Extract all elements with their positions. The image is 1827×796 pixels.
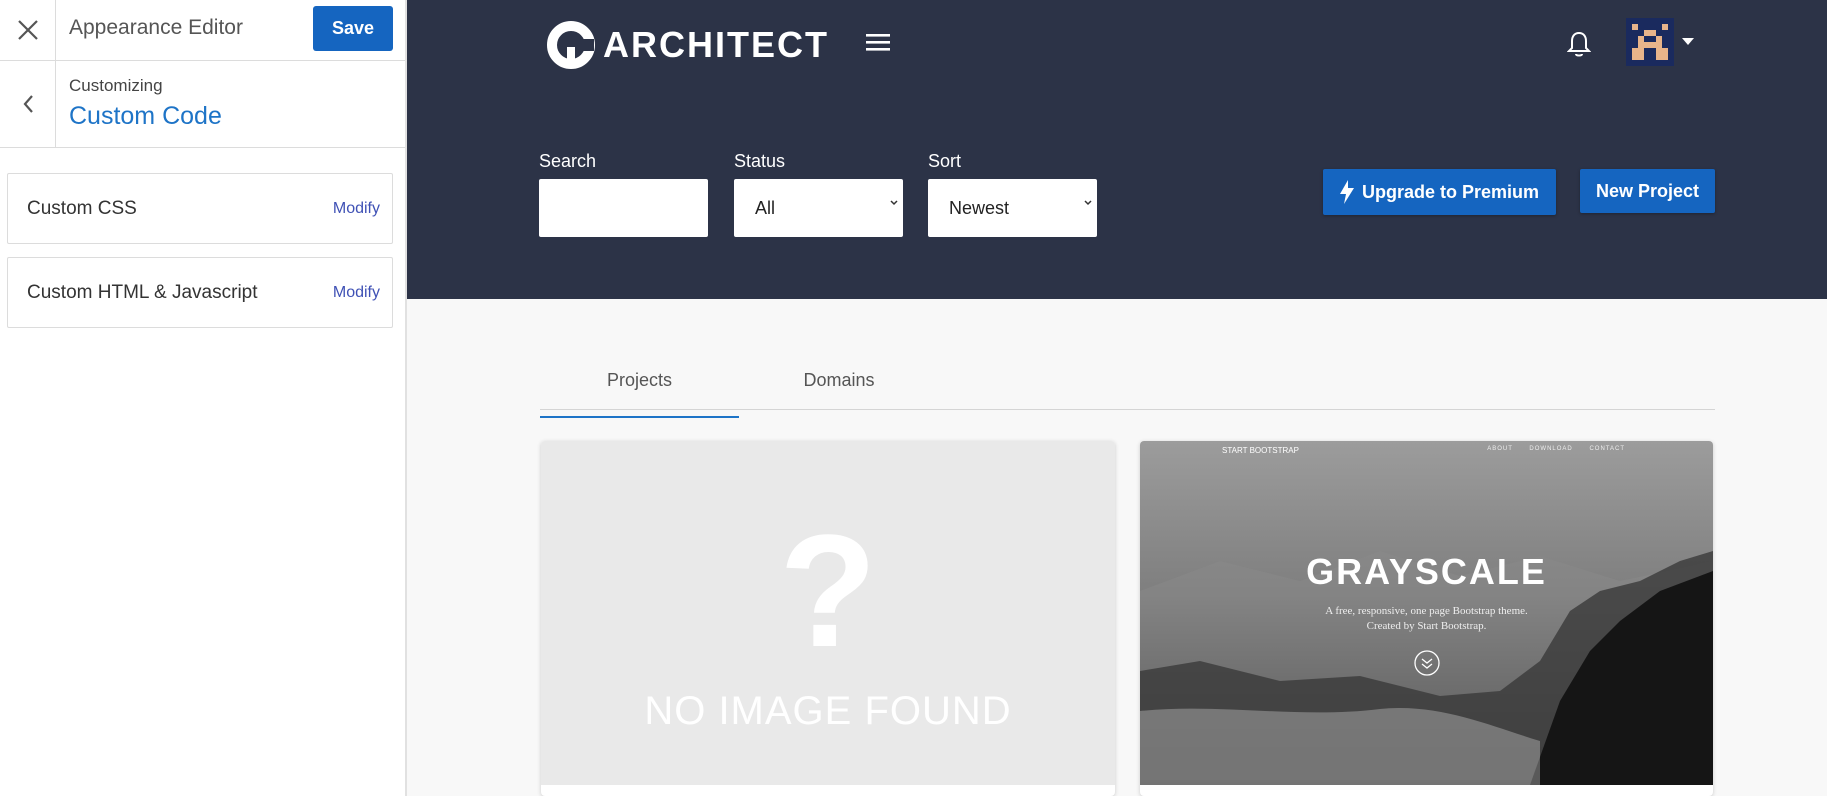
tab-domains[interactable]: Domains bbox=[739, 370, 939, 410]
brand-name: ARCHITECT bbox=[603, 24, 829, 65]
thumbnail-title: GRAYSCALE bbox=[1306, 551, 1547, 592]
search-input[interactable] bbox=[539, 179, 708, 237]
no-image-text: NO IMAGE FOUND bbox=[644, 689, 1012, 733]
caret-down-icon[interactable] bbox=[1682, 38, 1694, 46]
thumbnail-brand: START BOOTSTRAP bbox=[1222, 446, 1299, 455]
brand-logo[interactable]: ARCHITECT bbox=[545, 19, 829, 71]
save-button[interactable]: Save bbox=[313, 6, 393, 51]
appearance-editor-panel: Appearance Editor Save Customizing Custo… bbox=[0, 0, 407, 796]
hamburger-menu-icon[interactable] bbox=[866, 32, 890, 52]
section-label: Custom HTML & Javascript bbox=[27, 282, 258, 303]
scroll-down-icon bbox=[1413, 650, 1440, 676]
editor-title: Appearance Editor bbox=[69, 16, 243, 39]
section-label: Custom CSS bbox=[27, 198, 137, 219]
project-card[interactable]: ? NO IMAGE FOUND bbox=[541, 441, 1115, 796]
project-card[interactable]: START BOOTSTRAP ABOUT DOWNLOAD CONTACT G… bbox=[1140, 441, 1713, 796]
status-label: Status bbox=[734, 151, 786, 171]
thumbnail-subtitle-line: Created by Start Bootstrap. bbox=[1366, 620, 1487, 632]
project-thumbnail: START BOOTSTRAP ABOUT DOWNLOAD CONTACT G… bbox=[1140, 441, 1713, 785]
upgrade-premium-button[interactable]: Upgrade to Premium bbox=[1323, 169, 1556, 215]
architect-logo-icon bbox=[547, 21, 595, 69]
no-image-placeholder: ? NO IMAGE FOUND bbox=[541, 441, 1115, 785]
site-header: ARCHITECT Search Status All Sort Newest bbox=[407, 0, 1827, 299]
status-select[interactable]: All bbox=[734, 179, 903, 237]
back-button[interactable] bbox=[0, 61, 56, 147]
question-mark-icon: ? bbox=[779, 501, 877, 680]
search-label: Search bbox=[539, 151, 597, 171]
thumbnail-subtitle-line: A free, responsive, one page Bootstrap t… bbox=[1325, 605, 1528, 617]
modify-css-link[interactable]: Modify bbox=[333, 200, 380, 218]
sort-label: Sort bbox=[928, 151, 962, 171]
modify-html-js-link[interactable]: Modify bbox=[333, 284, 380, 302]
upgrade-premium-label: Upgrade to Premium bbox=[1361, 181, 1540, 202]
sort-selected-value: Newest bbox=[949, 197, 1010, 218]
breadcrumb-label: Customizing bbox=[69, 76, 163, 95]
tab-projects[interactable]: Projects bbox=[540, 370, 739, 418]
thumbnail-nav-item: DOWNLOAD bbox=[1529, 446, 1573, 452]
chevron-down-icon bbox=[890, 200, 898, 206]
editor-header: Appearance Editor Save bbox=[0, 0, 405, 61]
chevron-down-icon bbox=[1084, 200, 1092, 206]
user-avatar[interactable] bbox=[1626, 18, 1674, 66]
new-project-button[interactable]: New Project bbox=[1580, 169, 1715, 213]
thumbnail-nav: ABOUT DOWNLOAD CONTACT bbox=[1473, 446, 1625, 452]
section-custom-css[interactable]: Custom CSS Modify bbox=[7, 173, 393, 244]
thumbnail-nav-item: ABOUT bbox=[1487, 446, 1513, 452]
close-icon bbox=[17, 20, 38, 40]
breadcrumb-current: Custom Code bbox=[69, 102, 222, 130]
section-custom-html-js[interactable]: Custom HTML & Javascript Modify bbox=[7, 257, 393, 328]
close-editor-button[interactable] bbox=[0, 0, 56, 60]
project-tabs: Projects Domains bbox=[540, 360, 1715, 418]
chevron-left-icon bbox=[23, 95, 33, 113]
thumbnail-subtitle: A free, responsive, one page Bootstrap t… bbox=[1140, 604, 1713, 634]
thumbnail-nav-item: CONTACT bbox=[1589, 446, 1625, 452]
sort-select[interactable]: Newest bbox=[928, 179, 1097, 237]
lightning-bolt-icon bbox=[1339, 180, 1354, 204]
notification-bell-icon[interactable] bbox=[1567, 30, 1591, 58]
editor-breadcrumb: Customizing Custom Code bbox=[0, 61, 405, 148]
status-selected-value: All bbox=[755, 197, 776, 218]
